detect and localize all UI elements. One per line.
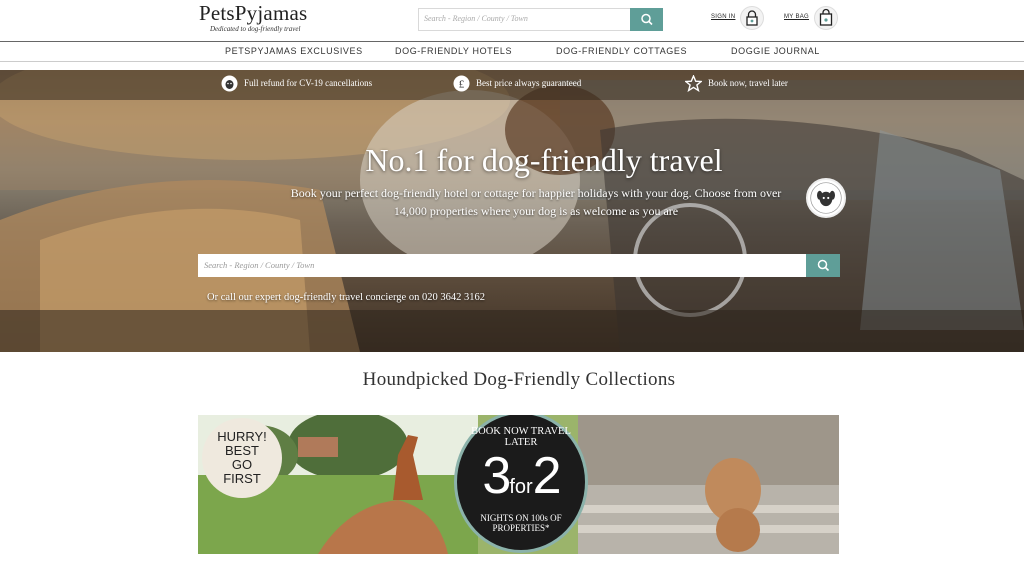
concierge-call-text: Or call our expert dog-friendly travel c… xyxy=(207,292,485,303)
nav-item-cottages[interactable]: DOG-FRIENDLY COTTAGES xyxy=(556,46,687,56)
trust-bar: Full refund for CV-19 cancellations £ Be… xyxy=(0,70,1024,100)
dog-approved-badge-icon xyxy=(806,178,846,218)
hero-search-box: Search - Region / County / Town xyxy=(198,254,840,277)
main-nav: PETSPYJAMAS EXCLUSIVES DOG-FRIENDLY HOTE… xyxy=(0,41,1024,62)
hero-banner: Full refund for CV-19 cancellations £ Be… xyxy=(0,70,1024,352)
offer-main-mid: for xyxy=(509,476,533,498)
shopping-bag-icon[interactable] xyxy=(814,6,838,30)
offer-main-left: 3 xyxy=(482,447,511,505)
svg-text:£: £ xyxy=(459,79,465,91)
search-icon xyxy=(641,13,653,26)
hero-subtitle: Book your perfect dog-friendly hotel or … xyxy=(290,186,782,218)
header-search-button[interactable] xyxy=(630,8,663,31)
offer-badge: BOOK NOW TRAVEL LATER 3for2 NIGHTS ON 10… xyxy=(454,415,588,553)
site-header: PetsPyjamas Dedicated to dog-friendly tr… xyxy=(0,0,1024,41)
hurry-badge: HURRY! BEST GO FIRST xyxy=(202,418,282,498)
nav-item-exclusives[interactable]: PETSPYJAMAS EXCLUSIVES xyxy=(225,46,363,56)
trust-refund: Full refund for CV-19 cancellations xyxy=(244,78,373,88)
collections-title: Houndpicked Dog-Friendly Collections xyxy=(362,369,676,390)
nav-item-hotels[interactable]: DOG-FRIENDLY HOTELS xyxy=(395,46,512,56)
sign-in-link[interactable]: SIGN IN xyxy=(711,14,735,20)
star-icon xyxy=(685,75,702,92)
hurry-line: HURRY! xyxy=(217,429,267,444)
header-search-input[interactable]: Search - Region / County / Town xyxy=(424,14,528,23)
hurry-line: BEST xyxy=(225,443,259,458)
hero-title: No.1 for dog-friendly travel xyxy=(365,142,723,178)
promo-banner-3-for-2[interactable]: HURRY! BEST GO FIRST BOOK NOW TRAVEL LAT… xyxy=(198,415,839,554)
my-bag-link[interactable]: MY BAG xyxy=(784,14,809,20)
dog-badge-icon xyxy=(221,75,238,92)
hurry-line: GO xyxy=(231,457,253,472)
trust-best-price: Best price always guaranteed xyxy=(476,78,582,88)
offer-top-text: BOOK NOW TRAVEL LATER xyxy=(471,426,571,448)
trust-book-now: Book now, travel later xyxy=(708,78,788,88)
header-search-box: Search - Region / County / Town xyxy=(418,8,663,31)
hero-search-button[interactable] xyxy=(806,254,840,277)
site-logo[interactable]: PetsPyjamas Dedicated to dog-friendly tr… xyxy=(199,1,307,34)
logo-name: PetsPyjamas xyxy=(199,1,308,25)
nav-item-journal[interactable]: DOGGIE JOURNAL xyxy=(731,46,820,56)
logo-tagline: Dedicated to dog-friendly travel xyxy=(210,25,301,33)
pound-icon: £ xyxy=(453,75,470,92)
offer-main-right: 2 xyxy=(532,447,562,505)
hurry-line: FIRST xyxy=(223,471,261,486)
hero-search-input[interactable]: Search - Region / County / Town xyxy=(204,260,314,270)
search-icon xyxy=(817,259,830,272)
offer-bottom-text: NIGHTS ON 100s OF PROPERTIES* xyxy=(480,513,562,533)
offer-main-text: 3for2 xyxy=(457,446,585,517)
padlock-icon[interactable] xyxy=(740,6,764,30)
